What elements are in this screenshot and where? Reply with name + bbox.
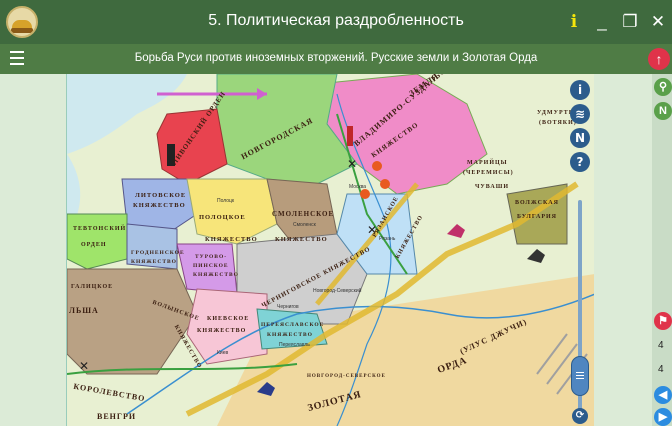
label-galich: ГАЛИЦКОЕ <box>71 284 114 290</box>
city-chernigov: Чернигов <box>277 304 299 310</box>
hamburger-menu-icon[interactable] <box>10 51 24 67</box>
previous-icon[interactable]: ◀ <box>654 386 672 404</box>
map-title: Борьба Руси против иноземных вторжений. … <box>134 52 538 64</box>
window-controls: i _ ❐ ✕ <box>560 0 672 44</box>
knight-figure <box>347 126 353 146</box>
label-lithuania: ЛИТОВСКОЕ <box>135 192 187 199</box>
fire-icon <box>372 161 382 171</box>
left-margin <box>0 74 66 426</box>
label-smolensk-knyazhestvo: КНЯЖЕСТВО <box>275 236 328 243</box>
label-teutonic-orden: ОРДЕН <box>81 242 107 248</box>
marker-icon[interactable]: ⚑ <box>654 312 672 330</box>
search-icon[interactable]: ⚲ <box>654 78 672 96</box>
title-bar: 5. Политическая раздробленность i _ ❐ ✕ <box>0 0 672 44</box>
minimize-button[interactable]: _ <box>588 12 616 32</box>
label-kiev: КИЕВСКОЕ <box>207 316 250 322</box>
help-icon[interactable]: ? <box>570 152 590 172</box>
fire-icon <box>360 189 370 199</box>
label-pereyaslavl-knyazhestvo: КНЯЖЕСТВО <box>267 332 313 338</box>
label-polotsk-knyazhestvo: КНЯЖЕСТВО <box>205 236 258 243</box>
zoom-slider-thumb[interactable] <box>571 356 589 396</box>
label-chuvashi: ЧУВАШИ <box>475 184 510 190</box>
next-icon[interactable]: ▶ <box>654 408 672 426</box>
label-pinskoe: ПИНСКОЕ <box>193 263 229 269</box>
layers-icon[interactable]: ≋ <box>570 104 590 124</box>
subheader-bar: Борьба Руси против иноземных вторжений. … <box>0 44 672 74</box>
label-mariytsy: МАРИЙЦЫ <box>467 160 508 166</box>
label-turovo: ТУРОВО- <box>195 254 228 260</box>
north-tool-icon[interactable]: N <box>654 102 672 120</box>
turovo-pinsk-region <box>176 243 238 295</box>
label-cheremisy: (ЧЕРЕМИСЫ) <box>463 170 514 176</box>
city-moscow: Москва <box>349 184 367 190</box>
city-polotsk: Полоцк <box>217 198 235 204</box>
city-kiev: Киев <box>217 350 229 356</box>
label-lithuania-knyazhestvo: КНЯЖЕСТВО <box>133 202 186 209</box>
label-novgorod-seversky: НОВГОРОД-СЕВЕРСКОЕ <box>307 374 386 379</box>
label-volga: ВОЛЖСКАЯ <box>515 200 559 206</box>
label-kiev-knyazhestvo: КНЯЖЕСТВО <box>197 328 247 334</box>
north-icon[interactable]: N <box>570 128 590 148</box>
right-side-panel: ⚲ N ⚑ 4 4 ◀ ▶ <box>652 74 672 426</box>
battle-marker: ✕ <box>347 157 357 171</box>
label-pereyaslavl: ПЕРЕЯСЛАВСКОЕ <box>261 322 325 328</box>
label-smolensk: СМОЛЕНСКОЕ <box>272 210 335 218</box>
label-poland: ЛЬША <box>69 306 99 315</box>
maximize-button[interactable]: ❐ <box>616 12 644 32</box>
city-novgorod-seversky: Новгород-Северский <box>313 288 362 294</box>
label-grodno: ГРОДНЕНСКОЕ <box>131 250 185 256</box>
upload-button[interactable]: ↑ <box>648 48 670 70</box>
page-count-2: 4 <box>658 364 664 375</box>
page-count-1: 4 <box>658 340 664 351</box>
reset-zoom-icon[interactable]: ⟳ <box>572 408 588 424</box>
info-button[interactable]: i <box>560 12 588 32</box>
label-polotsk: ПОЛОЦКОЕ <box>199 214 246 221</box>
map-toolbar: i ≋ N ? ⟳ <box>566 74 594 426</box>
label-bulgaria: БУЛГАРИЯ <box>517 214 558 220</box>
historical-map[interactable]: ✕ ✕ ✕ ВЛАДИМИРО-СУЗДАЛЬСКАЯ ЗЕМЛЯ КНЯЖЕС… <box>66 74 594 426</box>
label-hungary: ВЕНГРИ <box>97 412 137 421</box>
battle-marker: ✕ <box>79 359 89 373</box>
city-smolensk: Смоленск <box>293 222 316 228</box>
info-icon[interactable]: i <box>570 80 590 100</box>
city-pereyaslavl: Переяславль <box>279 342 310 348</box>
label-turovo-knyazhestvo: КНЯЖЕСТВО <box>193 272 239 278</box>
label-teutonic: ТЕВТОНСКИЙ <box>73 226 127 232</box>
fire-icon <box>380 179 390 189</box>
city-ryazan: Рязань <box>379 236 396 242</box>
label-grodno-knyazhestvo: КНЯЖЕСТВО <box>131 259 177 265</box>
close-button[interactable]: ✕ <box>644 12 672 32</box>
